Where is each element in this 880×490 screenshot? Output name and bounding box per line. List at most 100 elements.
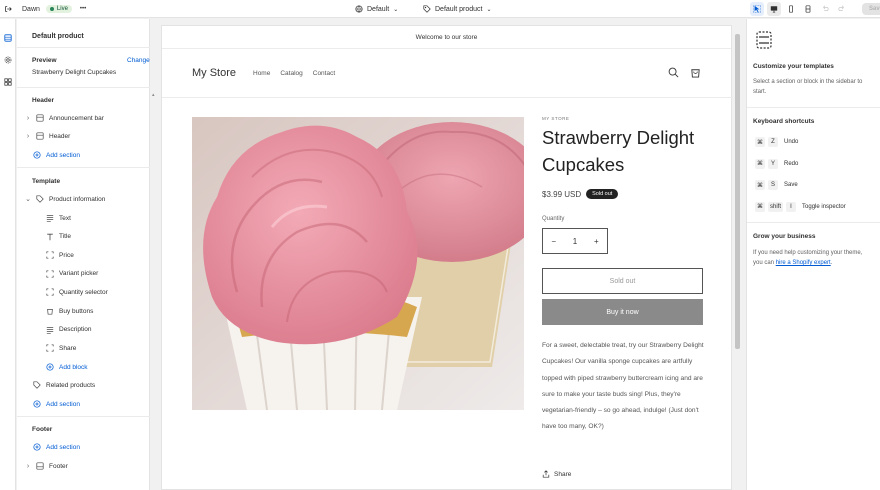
add-section-template-button[interactable]: Add section [33, 398, 80, 410]
product-description: For a sweet, delectable treat, try our S… [542, 342, 704, 431]
add-section-header-button[interactable]: Add section [33, 149, 80, 161]
shortcut-toggle-inspector: ⌘ shift I Toggle inspector [755, 201, 846, 212]
shortcut-label: Toggle inspector [802, 203, 846, 210]
shortcut-label: Redo [784, 160, 799, 167]
template-dropdown[interactable]: Default ⌄ [355, 0, 398, 18]
store-logo[interactable]: My Store [192, 67, 236, 79]
nav-home-link[interactable]: Home [253, 70, 270, 77]
redo-button[interactable] [835, 2, 849, 16]
plus-circle-icon [33, 400, 41, 408]
add-section-footer-button[interactable]: Add section [33, 441, 80, 453]
store-nav: Home Catalog Contact [253, 70, 335, 77]
more-actions-button[interactable]: ••• [80, 6, 86, 12]
add-block-button[interactable]: Add block [46, 361, 88, 373]
desktop-view-button[interactable] [767, 2, 781, 16]
shortcut-redo: ⌘ Y Redo [755, 158, 799, 169]
sections-icon[interactable] [3, 33, 13, 43]
mobile-view-button[interactable] [784, 2, 798, 16]
cursor-icon [753, 5, 761, 13]
block-icon [46, 344, 54, 352]
block-icon [46, 326, 54, 334]
header-group-title: Header [32, 97, 55, 104]
fullscreen-view-button[interactable] [801, 2, 815, 16]
sold-out-badge: Sold out [586, 189, 619, 199]
chevron-down-icon: ⌄ [393, 6, 399, 13]
store-header[interactable]: My Store Home Catalog Contact [162, 50, 733, 98]
plus-circle-icon [46, 363, 54, 371]
chevron-down-icon: ⌄ [486, 6, 492, 13]
quantity-increase-button[interactable]: + [594, 237, 599, 246]
grow-title: Grow your business [753, 233, 816, 240]
footer-group-title: Footer [32, 426, 53, 433]
share-icon [542, 470, 550, 478]
desktop-icon [770, 6, 778, 13]
customize-text: Select a section or block in the sidebar… [753, 79, 863, 95]
block-item-price[interactable]: Price [46, 249, 74, 261]
product-image[interactable] [192, 117, 524, 410]
preview-scrollbar[interactable] [733, 25, 743, 490]
nav-catalog-link[interactable]: Catalog [280, 70, 302, 77]
live-badge: Live [45, 5, 72, 13]
command-key-icon: ⌘ [755, 180, 765, 190]
search-icon[interactable] [668, 67, 679, 78]
sidebar-item-header[interactable]: › Header [25, 130, 70, 142]
theme-name: Dawn [22, 5, 40, 13]
tag-icon [423, 5, 431, 13]
app-embeds-icon[interactable] [3, 77, 13, 87]
plus-circle-icon [33, 151, 41, 159]
sidebar-item-product-information[interactable]: ⌄ Product information [25, 193, 105, 205]
nav-contact-link[interactable]: Contact [313, 70, 335, 77]
inspector-toggle-button[interactable] [750, 2, 764, 16]
announcement-bar[interactable]: Welcome to our store [162, 26, 731, 49]
template-group-title: Template [32, 178, 61, 185]
block-item-buy-buttons[interactable]: Buy buttons [46, 305, 93, 317]
globe-icon [355, 5, 363, 13]
undo-button[interactable] [818, 2, 832, 16]
shortcuts-title: Keyboard shortcuts [753, 118, 815, 125]
redo-icon [838, 5, 844, 11]
exit-icon[interactable] [4, 0, 12, 18]
fullscreen-icon [805, 5, 811, 13]
save-button[interactable]: Save [862, 3, 880, 15]
command-key-icon: ⌘ [755, 201, 765, 212]
theme-settings-icon[interactable] [3, 55, 13, 65]
cart-icon[interactable] [690, 67, 701, 78]
sidebar-item-related-products[interactable]: Related products [33, 379, 95, 391]
sold-out-button[interactable]: Sold out [542, 268, 703, 294]
hire-expert-link[interactable]: hire a Shopify expert [776, 260, 831, 266]
sidebar-item-announcement-bar[interactable]: › Announcement bar [25, 112, 104, 124]
section-sidebar: Default product Preview Change Strawberr… [17, 19, 150, 490]
undo-icon [823, 5, 829, 11]
sidebar-item-footer[interactable]: › Footer [25, 460, 68, 472]
buy-it-now-button[interactable]: Buy it now [542, 299, 703, 325]
block-icon [47, 233, 53, 240]
page-dropdown[interactable]: Default product ⌄ [423, 0, 492, 18]
mobile-icon [789, 5, 793, 13]
chevron-right-icon: › [26, 462, 30, 470]
block-item-text[interactable]: Text [46, 212, 71, 224]
quantity-value[interactable]: 1 [573, 237, 577, 246]
price-row: $3.99 USD Sold out [542, 189, 619, 199]
share-button[interactable]: Share [542, 470, 571, 478]
block-item-title[interactable]: Title [46, 231, 71, 243]
product-price: $3.99 USD [542, 189, 582, 199]
block-item-description[interactable]: Description [46, 324, 92, 336]
change-preview-link[interactable]: Change [127, 57, 150, 64]
quantity-decrease-button[interactable]: − [551, 237, 556, 246]
preview-label: Preview [32, 57, 57, 64]
help-panel: Customize your templates Select a sectio… [746, 19, 880, 490]
sidebar-scrollbar[interactable]: ▴ [150, 19, 160, 490]
block-icon [46, 270, 54, 278]
shortcut-label: Undo [784, 139, 799, 145]
block-item-quantity-selector[interactable]: Quantity selector [46, 286, 108, 298]
block-icon [47, 309, 53, 315]
block-item-share[interactable]: Share [46, 342, 76, 354]
shortcut-label: Save [784, 182, 798, 188]
quantity-stepper[interactable]: − 1 + [542, 228, 608, 254]
templates-icon [756, 31, 772, 49]
block-icon [46, 288, 54, 296]
quantity-label: Quantity [542, 216, 565, 222]
block-item-variant-picker[interactable]: Variant picker [46, 268, 98, 280]
left-rail [0, 19, 16, 490]
shortcut-key: Y [768, 158, 778, 169]
